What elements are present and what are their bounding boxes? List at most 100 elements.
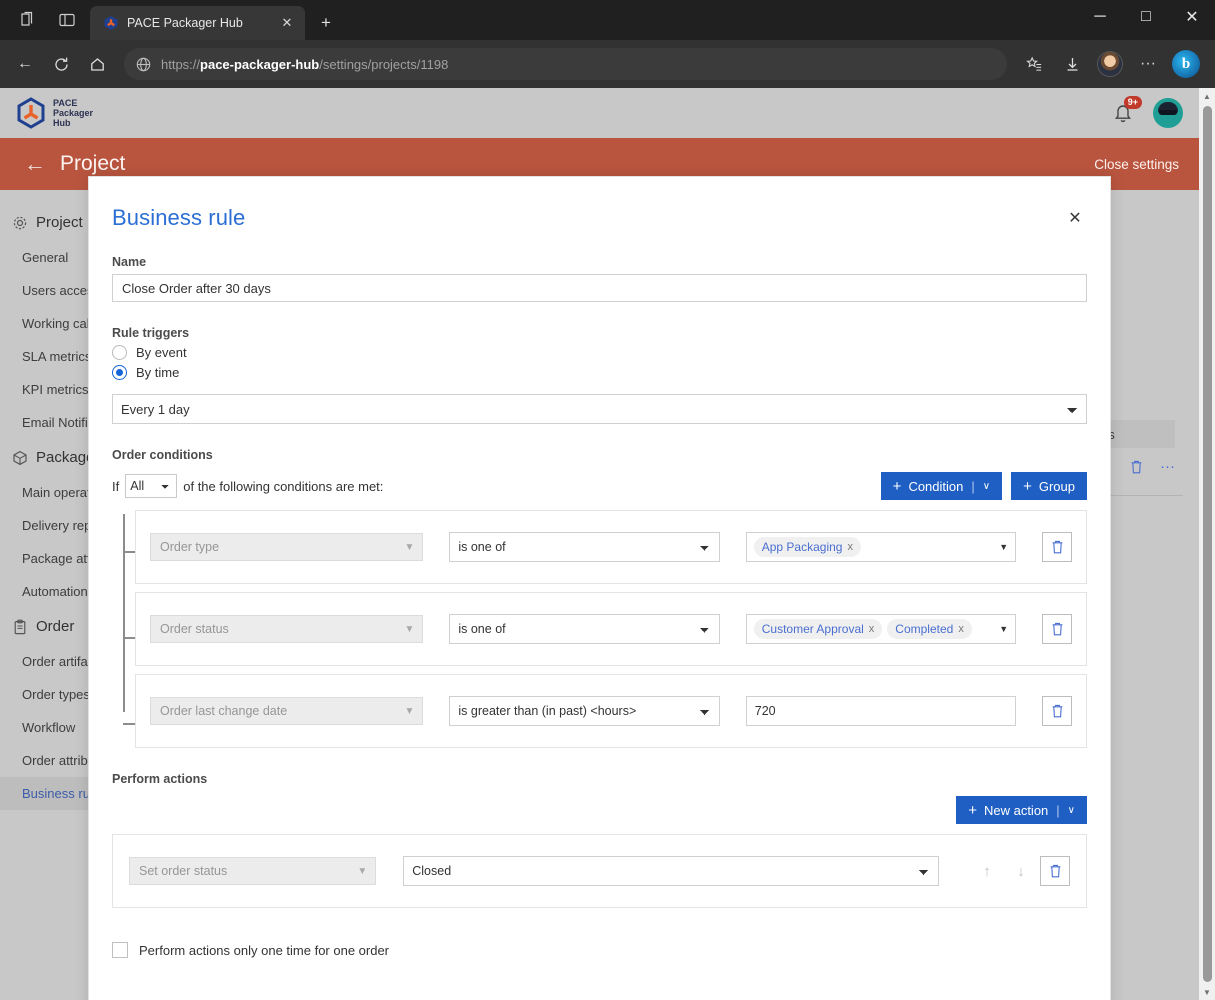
sidebar-item-order-types[interactable]: Order types (0, 678, 100, 711)
radio-by-event[interactable]: By event (112, 345, 1087, 360)
condition-field-select[interactable]: Order status ▼ (150, 615, 424, 643)
sidebar-item-package-attributes[interactable]: Package attributes (0, 542, 100, 575)
chevron-down-icon[interactable]: ∨ (983, 481, 990, 492)
notifications-badge: 9+ (1123, 96, 1142, 109)
value-token[interactable]: App Packaging x (753, 537, 861, 557)
sidebar-item-main-operations[interactable]: Main operations (0, 476, 100, 509)
condition-operator-select[interactable]: is one of (449, 532, 720, 562)
sidebar-item-delivery-reports[interactable]: Delivery reports (0, 509, 100, 542)
sidebar-item-general[interactable]: General (0, 241, 100, 274)
nav-home-button[interactable] (80, 47, 114, 81)
conditions-toolbar: If All of the following conditions are m… (112, 472, 1087, 500)
sidebar-item-order-attributes[interactable]: Order attributes (0, 744, 100, 777)
navbar-right-icons: ··· b (1017, 47, 1207, 81)
new-action-label: New action (983, 802, 1049, 818)
pace-hub-icon (102, 15, 119, 32)
action-value-select[interactable]: Closed (403, 856, 939, 886)
new-action-button[interactable]: + New action | ∨ (956, 796, 1087, 824)
token-label: Customer Approval (761, 622, 864, 636)
user-avatar[interactable] (1153, 98, 1183, 128)
radio-by-time-control[interactable] (112, 365, 127, 380)
add-condition-button[interactable]: + Condition | ∨ (880, 472, 1003, 500)
window-minimize-button[interactable]: ─ (1077, 0, 1123, 34)
chevron-down-icon: ▼ (404, 705, 415, 717)
app-logo-text: PACE Packager Hub (53, 98, 93, 128)
nav-reload-button[interactable] (44, 47, 78, 81)
plus-icon: + (1023, 477, 1032, 495)
value-token[interactable]: Completed x (887, 619, 972, 639)
browser-tab[interactable]: PACE Packager Hub ✕ (90, 6, 305, 40)
new-tab-button[interactable]: + (311, 8, 341, 38)
downloads-icon[interactable] (1055, 47, 1089, 81)
token-remove-icon[interactable]: x (847, 541, 853, 553)
sidebar-item-users-access[interactable]: Users access (0, 274, 100, 307)
match-type-select[interactable]: All (125, 474, 178, 498)
scroll-down-arrow-icon[interactable]: ▼ (1199, 984, 1215, 1000)
chevron-down-icon: ▼ (404, 623, 415, 635)
sidebar-item-working-calendar[interactable]: Working calendar (0, 307, 100, 340)
condition-operator-select[interactable]: is one of (449, 614, 720, 644)
browser-more-icon[interactable]: ··· (1131, 47, 1165, 81)
conditions-group: Order type ▼ is one of App Packaging x ▼ (112, 510, 1087, 748)
condition-field-select[interactable]: Order last change date ▼ (150, 697, 424, 725)
app-logo[interactable]: PACE Packager Hub (0, 97, 93, 129)
window-maximize-button[interactable]: □ (1123, 0, 1169, 34)
scrollbar-thumb[interactable] (1202, 106, 1212, 982)
dialog-title: Business rule (112, 205, 246, 230)
project-back-arrow-icon[interactable]: ← (0, 151, 60, 177)
condition-value-tokens[interactable]: App Packaging x ▼ (745, 532, 1017, 562)
sidebar-item-sla-metrics[interactable]: SLA metrics (0, 340, 100, 373)
arrow-down-icon[interactable]: ↓ (1006, 856, 1036, 886)
arrow-up-icon[interactable]: ↑ (972, 856, 1002, 886)
dialog-close-icon[interactable]: ✕ (1062, 205, 1088, 231)
delete-condition-button[interactable] (1042, 532, 1072, 562)
condition-field-label: Order status (160, 622, 229, 636)
bing-chat-icon[interactable]: b (1169, 47, 1203, 81)
sidebar-item-kpi-metrics[interactable]: KPI metrics (0, 373, 100, 406)
condition-field-select[interactable]: Order type ▼ (150, 533, 424, 561)
token-remove-icon[interactable]: x (869, 623, 875, 635)
profile-avatar[interactable] (1093, 47, 1127, 81)
more-options-icon[interactable]: ··· (1160, 458, 1175, 475)
clipboard-icon (12, 619, 28, 635)
favorites-icon[interactable] (1017, 47, 1051, 81)
chevron-down-icon[interactable]: ∨ (1068, 805, 1075, 816)
value-token[interactable]: Customer Approval x (753, 619, 883, 639)
trash-icon[interactable] (1129, 459, 1144, 475)
radio-by-event-control[interactable] (112, 345, 127, 360)
condition-value-input[interactable] (745, 696, 1017, 726)
nav-back-button[interactable]: ← (8, 47, 42, 81)
rule-name-input[interactable] (112, 274, 1087, 302)
sidebar-group-order: Order (0, 608, 100, 645)
notifications-bell-icon[interactable]: 9+ (1111, 96, 1142, 125)
sidebar-item-business-rules[interactable]: Business rules (0, 777, 100, 810)
chevron-down-icon[interactable]: ▼ (999, 542, 1008, 552)
window-close-button[interactable]: ✕ (1169, 0, 1215, 34)
radio-by-event-label: By event (136, 345, 187, 360)
sidebar-item-email-notifications[interactable]: Email Notifications (0, 406, 100, 439)
sidebar-item-automations[interactable]: Automations (0, 575, 100, 608)
radio-by-time[interactable]: By time (112, 365, 1087, 380)
tab-close-icon[interactable]: ✕ (277, 13, 297, 33)
sidebar-item-workflow[interactable]: Workflow (0, 711, 100, 744)
condition-operator-select[interactable]: is greater than (in past) <hours> (449, 696, 720, 726)
scroll-up-arrow-icon[interactable]: ▲ (1199, 88, 1215, 104)
delete-condition-button[interactable] (1042, 614, 1072, 644)
delete-action-button[interactable] (1040, 856, 1070, 886)
tab-collections-icon[interactable] (12, 5, 42, 35)
address-bar[interactable]: https://pace-packager-hub/settings/proje… (124, 48, 1007, 80)
token-remove-icon[interactable]: x (958, 623, 964, 635)
delete-condition-button[interactable] (1042, 696, 1072, 726)
schedule-select[interactable]: Every 1 day (112, 394, 1087, 424)
split-screen-icon[interactable] (52, 5, 82, 35)
chevron-down-icon[interactable]: ▼ (999, 624, 1008, 634)
sidebar-item-order-artifacts[interactable]: Order artifacts (0, 645, 100, 678)
close-settings-button[interactable]: Close settings (1094, 157, 1199, 172)
condition-value-tokens[interactable]: Customer Approval x Completed x ▼ (745, 614, 1017, 644)
perform-actions-label: Perform actions (112, 772, 208, 786)
once-per-order-checkbox-row[interactable]: Perform actions only one time for one or… (112, 942, 1087, 958)
add-group-button[interactable]: + Group (1011, 472, 1087, 500)
action-type-select[interactable]: Set order status ▼ (129, 857, 377, 885)
page-scrollbar[interactable]: ▲ ▼ (1199, 88, 1215, 1000)
once-per-order-checkbox[interactable] (112, 942, 128, 958)
